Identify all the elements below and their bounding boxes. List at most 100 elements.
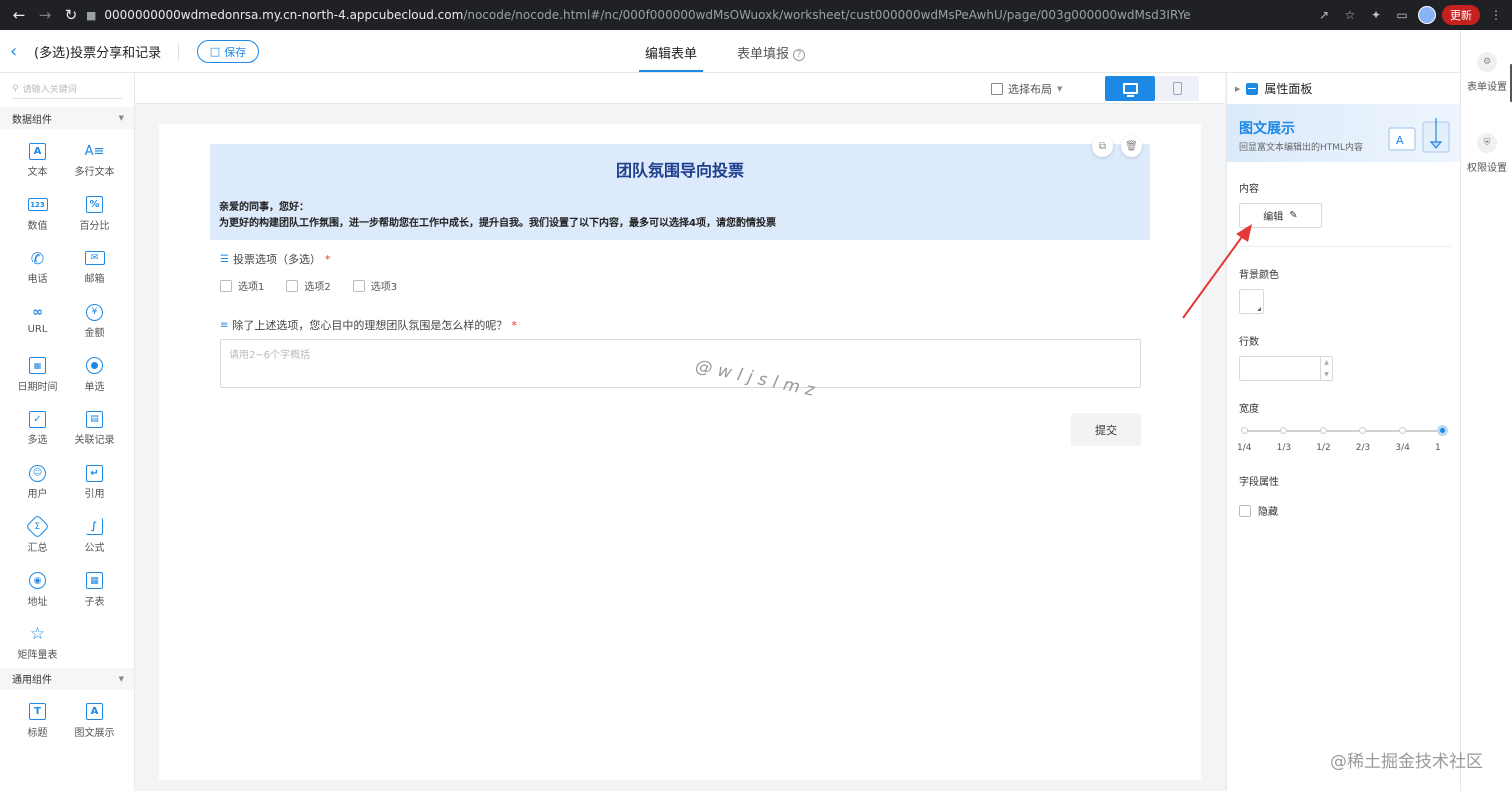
spin-down-icon[interactable]: ▼ [1324, 371, 1329, 378]
rows-input[interactable]: ▲ ▼ [1239, 356, 1333, 381]
extensions-icon[interactable]: ✦ [1366, 5, 1386, 25]
component-multiline-text[interactable]: A≡ 多行文本 [66, 129, 123, 183]
checkbox[interactable] [286, 279, 299, 292]
percent-icon: % [85, 195, 105, 215]
phone-icon [1172, 82, 1182, 95]
number-spinner[interactable]: ▲ ▼ [1320, 357, 1332, 380]
checkbox[interactable] [220, 279, 232, 292]
block-tools: ⧉ 🗑 [1092, 136, 1142, 157]
caret-down-icon: ▼ [118, 114, 124, 122]
component-text[interactable]: A 文本 [9, 129, 66, 183]
more-menu-icon[interactable]: ⋮ [1486, 5, 1506, 25]
mobile-view-button[interactable] [1155, 76, 1199, 101]
checkbox[interactable] [1239, 504, 1251, 517]
component-name: 图文展示 [1239, 121, 1295, 137]
component-relation[interactable]: ▤ 关联记录 [66, 397, 123, 451]
rich-text-block[interactable]: 团队氛围导向投票 亲爱的同事，您好： 为更好的构建团队工作氛围，进一步帮助您在工… [210, 144, 1150, 240]
component-label: 地址 [27, 596, 48, 608]
slider-step[interactable] [1240, 427, 1248, 434]
component-phone[interactable]: ✆ 电话 [9, 236, 66, 290]
component-reference[interactable]: ↵ 引用 [66, 451, 123, 505]
text-icon: A [28, 141, 48, 161]
component-summary[interactable]: Σ 汇总 [9, 505, 66, 559]
copy-icon[interactable]: ⧉ [1092, 136, 1113, 157]
slider-step[interactable] [1359, 427, 1367, 434]
app-header: ‹ (多选)投票分享和记录 □ 保存 编辑表单 表单填报? [0, 30, 1512, 73]
component-percent[interactable]: % 百分比 [66, 183, 123, 237]
component-link[interactable]: ∞ URL [9, 290, 66, 344]
desktop-view-button[interactable] [1105, 76, 1155, 101]
submit-button[interactable]: 提交 [1071, 413, 1141, 446]
profile-avatar[interactable] [1418, 6, 1436, 24]
component-checkbox[interactable]: ✓ 多选 [9, 397, 66, 451]
component-number[interactable]: 123 数值 [9, 183, 66, 237]
component-user[interactable]: ☺ 用户 [9, 451, 66, 505]
permission-settings-button[interactable]: ⛨ 权限设置 [1461, 133, 1512, 174]
slider-step[interactable] [1280, 427, 1288, 434]
option-1[interactable]: 选项1 [220, 278, 264, 293]
caret-right-icon: ▶ [1235, 84, 1241, 93]
slider-step[interactable] [1398, 427, 1406, 434]
sidebar-toggle-icon[interactable]: ▭ [1392, 5, 1412, 25]
tab-form-fill[interactable]: 表单填报? [737, 43, 806, 62]
back-icon[interactable]: ‹ [10, 41, 17, 62]
option-3[interactable]: 选项3 [352, 278, 397, 293]
component-subtable[interactable]: ▦ 子表 [66, 559, 123, 613]
multiline-text-icon: ≡ [220, 319, 229, 331]
component-calendar[interactable]: ▦ 日期时间 [9, 344, 66, 398]
save-button[interactable]: □ 保存 [197, 40, 259, 63]
star-icon[interactable]: ☆ [1340, 5, 1360, 25]
slider-step[interactable] [1319, 427, 1327, 434]
section-general-label: 通用组件 [12, 675, 52, 687]
checkbox-list-icon: ☰ [220, 253, 229, 265]
checkbox[interactable] [352, 279, 365, 292]
component-matrix[interactable]: ☆ 矩阵量表 [9, 612, 66, 666]
tab-edit-form[interactable]: 编辑表单 [645, 43, 697, 62]
update-button[interactable]: 更新 [1442, 5, 1480, 25]
help-icon[interactable]: ? [793, 49, 806, 61]
slider-step-label: 1/4 [1237, 443, 1252, 453]
component-email[interactable]: ✉ 邮箱 [66, 236, 123, 290]
component-label: 子表 [84, 596, 105, 608]
back-arrow-icon[interactable]: ← [6, 2, 32, 28]
component-heading[interactable]: T 标题 [9, 690, 66, 744]
slider-handle[interactable] [1436, 425, 1448, 436]
section-general-components[interactable]: 通用组件 ▼ [0, 667, 134, 690]
question-1-text: 投票选项（多选） [232, 253, 321, 266]
form-settings-button[interactable]: ⚙ 表单设置 [1461, 52, 1512, 93]
settings-icon: ⚙ [1477, 52, 1497, 72]
share-icon[interactable]: ↗ [1314, 5, 1334, 25]
width-slider[interactable] [1240, 425, 1448, 436]
reload-icon[interactable]: ↻ [58, 2, 84, 28]
save-icon: □ [209, 45, 221, 58]
number-icon: 123 [27, 195, 48, 215]
hide-field-option[interactable]: 隐藏 [1239, 503, 1278, 518]
component-label: 金额 [84, 328, 105, 340]
banner-intro: 为更好的构建团队工作氛围，进一步帮助您在工作中成长，提升自我。我们设置了以下内容… [219, 218, 776, 229]
spin-up-icon[interactable]: ▲ [1324, 359, 1329, 366]
panel-header[interactable]: ▶ 属性面板 [1227, 73, 1460, 104]
email-icon: ✉ [84, 248, 105, 268]
hide-label: 隐藏 [1258, 507, 1278, 518]
address-bar[interactable]: ■ 0000000000wdmedonrsa.my.cn-north-4.app… [86, 0, 1314, 30]
component-label: 单选 [84, 381, 105, 393]
layout-select[interactable]: 选择布局 ▼ [991, 81, 1062, 97]
question-2-textarea[interactable]: 请用2~6个字概括 [220, 339, 1141, 388]
trash-icon[interactable]: 🗑 [1121, 136, 1142, 157]
summary-icon: Σ [25, 514, 50, 539]
component-location[interactable]: ◉ 地址 [9, 559, 66, 613]
component-rich-text[interactable]: A 图文展示 [66, 690, 123, 744]
component-label: 图文展示 [74, 727, 115, 739]
component-yen[interactable]: ¥ 金额 [66, 290, 123, 344]
rich-text-icon: A [85, 702, 105, 722]
content-label: 内容 [1239, 184, 1259, 195]
question-1-options: 选项1 选项2 选项3 [220, 278, 397, 293]
matrix-icon: ☆ [29, 624, 46, 645]
data-components-grid: A 文本 A≡ 多行文本 123 数值% 百分比 ✆ 电话 ✉ 邮箱 ∞ URL ¥ 金额 ▦ 日期时间 单选 ✓ 多… [0, 129, 134, 666]
component-radio[interactable]: 单选 [66, 344, 123, 398]
option-2[interactable]: 选项2 [286, 278, 331, 293]
component-search[interactable]: ⚲ 请输入关键词 [12, 79, 122, 99]
forward-arrow-icon[interactable]: → [32, 2, 58, 28]
component-formula[interactable]: ∫ 公式 [66, 505, 123, 559]
section-data-components[interactable]: 数据组件 ▼ [0, 107, 134, 129]
